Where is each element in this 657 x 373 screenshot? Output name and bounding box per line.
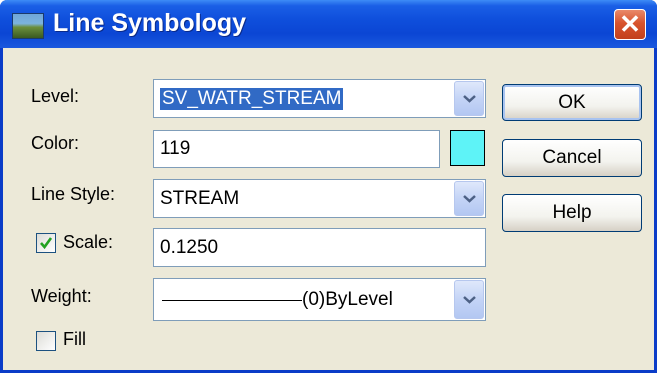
window-title: Line Symbology — [53, 9, 247, 37]
ok-button[interactable]: OK — [502, 84, 642, 121]
scale-label[interactable]: Scale: — [63, 232, 113, 253]
chevron-down-icon — [463, 295, 476, 304]
scale-input[interactable]: 0.1250 — [153, 228, 486, 267]
level-dropdown[interactable]: SV_WATR_STREAM — [153, 79, 486, 118]
color-value: 119 — [160, 138, 191, 159]
weight-dropdown[interactable]: (0)ByLevel — [153, 278, 486, 321]
weight-dropdown-button[interactable] — [454, 280, 484, 319]
chevron-down-icon — [463, 194, 476, 203]
line-style-dropdown[interactable]: STREAM — [153, 179, 486, 218]
level-value: SV_WATR_STREAM — [160, 87, 344, 110]
color-swatch[interactable] — [450, 130, 485, 166]
line-style-dropdown-button[interactable] — [454, 181, 484, 216]
weight-label: Weight: — [31, 286, 92, 306]
weight-line-sample — [162, 299, 302, 301]
color-input[interactable]: 119 — [153, 130, 440, 168]
line-symbology-dialog: Line Symbology ✕ Level: SV_WATR_STREAM C… — [0, 0, 657, 373]
line-style-value: STREAM — [160, 187, 240, 209]
level-dropdown-button[interactable] — [454, 81, 484, 116]
cancel-button[interactable]: Cancel — [502, 139, 642, 177]
checkmark-icon — [40, 237, 53, 250]
fill-label[interactable]: Fill — [63, 329, 86, 350]
app-icon — [12, 13, 44, 39]
scale-value: 0.1250 — [160, 236, 219, 258]
line-style-label: Line Style: — [31, 184, 116, 204]
close-button[interactable]: ✕ — [614, 9, 646, 40]
title-bar[interactable]: Line Symbology ✕ — [0, 0, 657, 48]
fill-checkbox[interactable] — [36, 331, 56, 351]
chevron-down-icon — [463, 94, 476, 103]
color-label: Color: — [31, 133, 80, 153]
help-button[interactable]: Help — [502, 194, 642, 232]
weight-value: (0)ByLevel — [302, 288, 393, 310]
level-label: Level: — [31, 86, 80, 106]
scale-checkbox[interactable] — [36, 233, 56, 253]
